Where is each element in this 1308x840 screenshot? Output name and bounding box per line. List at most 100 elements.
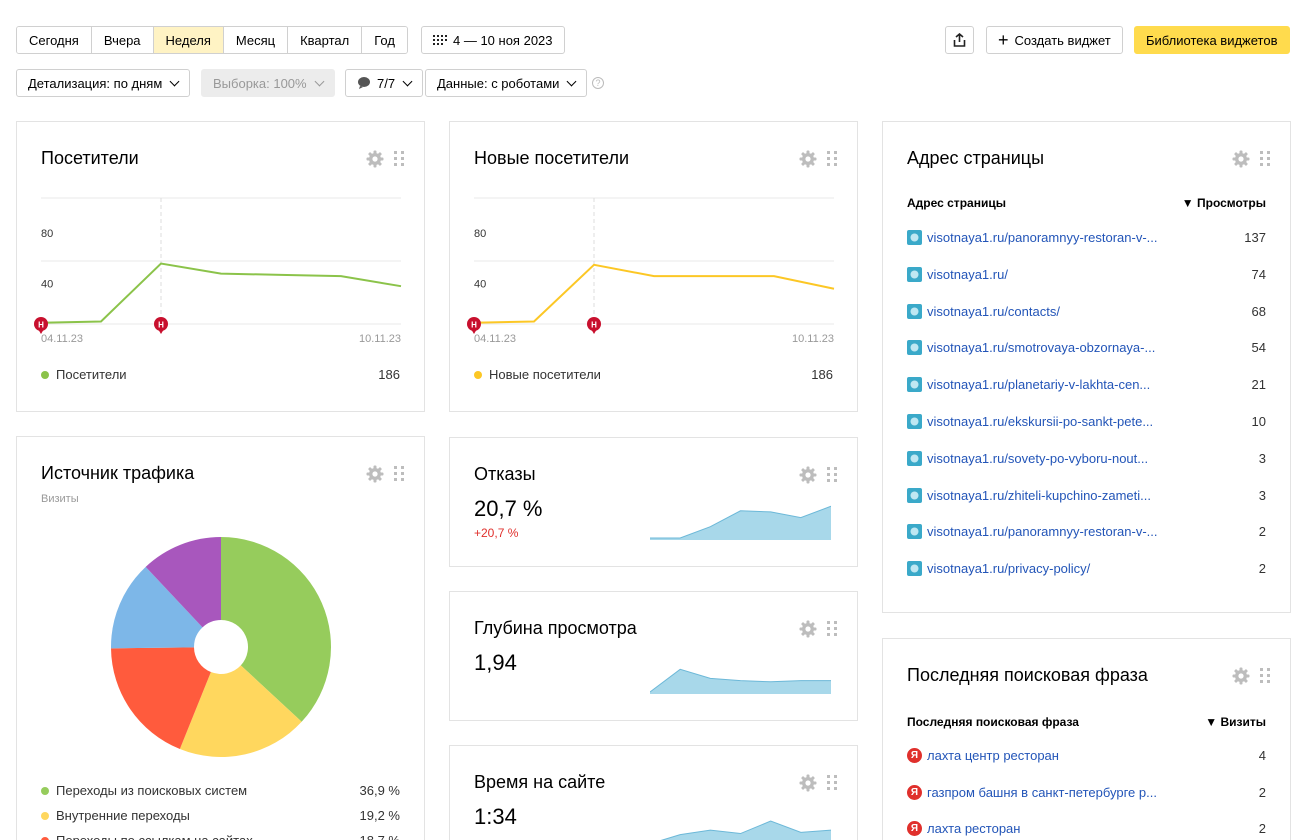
widget-subtitle: Визиты: [41, 493, 79, 505]
search-phrase-link[interactable]: лахта центр ресторан: [927, 748, 1159, 763]
gear-icon[interactable]: [799, 466, 817, 484]
table-row: visotnaya1.ru/smotrovaya-obzornaya-... 5…: [907, 340, 1266, 356]
legend-dot: [41, 786, 49, 795]
page-link[interactable]: visotnaya1.ru/panoramnyy-restoran-v-...: [927, 230, 1159, 245]
widget-tools: [366, 150, 404, 168]
export-button[interactable]: [945, 26, 974, 54]
holiday-marker[interactable]: Н: [467, 317, 481, 334]
drag-handle-icon[interactable]: [827, 151, 837, 167]
page-link[interactable]: visotnaya1.ru/ekskursii-po-sankt-pete...: [927, 414, 1159, 429]
bounce-sparkline: [650, 505, 831, 540]
table-row: visotnaya1.ru/panoramnyy-restoran-v-... …: [907, 524, 1266, 540]
page-link[interactable]: visotnaya1.ru/privacy-policy/: [927, 561, 1159, 576]
gear-icon[interactable]: [366, 465, 384, 483]
page-depth-widget: Глубина просмотра 1,94: [449, 591, 858, 721]
widget-library-button[interactable]: Библиотека виджетов: [1134, 26, 1290, 54]
widget-title: Посетители: [41, 148, 139, 168]
legend-value: 19,2 %: [359, 808, 400, 823]
period-button[interactable]: Сегодня: [17, 27, 92, 53]
table-row: visotnaya1.ru/sovety-po-vyboru-nout... 3: [907, 450, 1266, 466]
y-tick-label: 80: [41, 228, 53, 240]
widget-title: Новые посетители: [474, 148, 630, 168]
marker-label: Н: [38, 321, 44, 330]
visitors-widget: Посетители 80 40 04.11.23 10.11.23 Н Н Посети…: [16, 121, 425, 412]
period-button[interactable]: Квартал: [288, 27, 363, 53]
holiday-marker[interactable]: Н: [587, 317, 601, 334]
column-header-phrase: Последняя поисковая фраза: [907, 715, 1079, 729]
pie-legend-item[interactable]: Переходы по ссылкам на сайтах 18,7 %: [41, 833, 400, 840]
data-filter-dropdown[interactable]: Данные: с роботами: [425, 69, 588, 97]
gear-icon[interactable]: [1232, 667, 1250, 685]
period-button[interactable]: Месяц: [223, 27, 289, 53]
drag-handle-icon[interactable]: [827, 621, 837, 637]
widget-title: Источник трафика: [41, 463, 195, 483]
gear-icon[interactable]: [1232, 150, 1250, 168]
favicon-icon: [907, 487, 922, 503]
legend-value: 36,9 %: [359, 783, 400, 798]
period-button[interactable]: Год: [362, 27, 407, 53]
create-widget-button[interactable]: + Создать виджет: [986, 26, 1123, 54]
search-phrase-link[interactable]: лахта ресторан: [927, 821, 1159, 836]
widget-tools: [799, 620, 837, 638]
drag-handle-icon[interactable]: [1260, 151, 1270, 167]
x-tick-label: 10.11.23: [792, 333, 834, 345]
x-tick-label: 10.11.23: [359, 333, 401, 345]
drag-handle-icon[interactable]: [827, 775, 837, 791]
table-row: visotnaya1.ru/privacy-policy/ 2: [907, 561, 1266, 577]
period-button[interactable]: Неделя: [153, 27, 224, 53]
holiday-marker[interactable]: Н: [154, 317, 168, 334]
metric-value: 20,7 %: [474, 496, 543, 521]
comment-icon: [358, 77, 370, 89]
gear-icon[interactable]: [366, 150, 384, 168]
page-link[interactable]: visotnaya1.ru/panoramnyy-restoran-v-...: [927, 524, 1159, 539]
series-line: [473, 263, 835, 324]
legend-dot: [41, 811, 49, 820]
table-header: Последняя поисковая фраза ▼ Визиты: [907, 715, 1266, 729]
drag-handle-icon[interactable]: [827, 467, 837, 483]
table-row: visotnaya1.ru/panoramnyy-restoran-v-... …: [907, 230, 1266, 245]
date-range-button[interactable]: 4 — 10 ноя 2023: [421, 26, 565, 54]
gear-icon[interactable]: [799, 620, 817, 638]
x-tick-label: 04.11.23: [41, 333, 83, 345]
sample-dropdown[interactable]: Выборка: 100%: [201, 69, 335, 97]
detail-dropdown[interactable]: Детализация: по дням: [16, 69, 191, 97]
page-link[interactable]: visotnaya1.ru/planetariy-v-lakhta-cen...: [927, 377, 1159, 392]
views-count: 2: [1258, 561, 1266, 577]
drag-handle-icon[interactable]: [394, 466, 404, 482]
visitors-legend: Посетители 186: [41, 367, 400, 382]
pie-legend-item[interactable]: Внутренние переходы 19,2 %: [41, 808, 400, 823]
page-link[interactable]: visotnaya1.ru/smotrovaya-obzornaya-...: [927, 340, 1159, 355]
legend-value: 18,7 %: [360, 833, 400, 840]
drag-handle-icon[interactable]: [1260, 668, 1270, 684]
traffic-pie-chart: [110, 537, 331, 757]
holiday-marker[interactable]: Н: [34, 317, 48, 334]
gear-icon[interactable]: [799, 150, 817, 168]
help-icon[interactable]: ?: [592, 77, 604, 89]
pie-legend-item[interactable]: Переходы из поисковых систем 36,9 %: [41, 783, 400, 798]
favicon-icon: [907, 303, 922, 319]
column-header-visits[interactable]: ▼ Визиты: [1205, 715, 1266, 729]
date-range-label: 4 — 10 ноя 2023: [453, 32, 553, 48]
period-button[interactable]: Вчера: [91, 27, 154, 53]
views-count: 10: [1251, 414, 1266, 429]
drag-handle-icon[interactable]: [394, 151, 404, 167]
legend-label: Переходы из поисковых систем: [56, 783, 248, 798]
segments-label: 7/7: [377, 75, 396, 91]
page-link[interactable]: visotnaya1.ru/sovety-po-vyboru-nout...: [927, 451, 1159, 466]
chevron-down-icon: [314, 76, 325, 86]
chevron-down-icon: [566, 76, 577, 86]
legend-total: 186: [378, 367, 400, 382]
traffic-source-widget: Источник трафика Визиты Переходы из поис…: [16, 436, 425, 840]
page-link[interactable]: visotnaya1.ru/zhiteli-kupchino-zameti...: [927, 488, 1159, 503]
x-tick-label: 04.11.23: [474, 333, 516, 345]
search-phrase-link[interactable]: газпром башня в санкт-петербурге р...: [927, 785, 1159, 800]
page-link[interactable]: visotnaya1.ru/: [927, 267, 1159, 282]
create-widget-label: Создать виджет: [1014, 32, 1111, 48]
depth-sparkline: [650, 668, 831, 694]
column-header-views[interactable]: ▼ Просмотры: [1182, 196, 1266, 210]
page-link[interactable]: visotnaya1.ru/contacts/: [927, 304, 1159, 319]
segments-dropdown[interactable]: 7/7: [345, 69, 424, 97]
visits-count: 4: [1258, 748, 1266, 763]
views-count: 74: [1251, 266, 1266, 282]
gear-icon[interactable]: [799, 774, 817, 792]
